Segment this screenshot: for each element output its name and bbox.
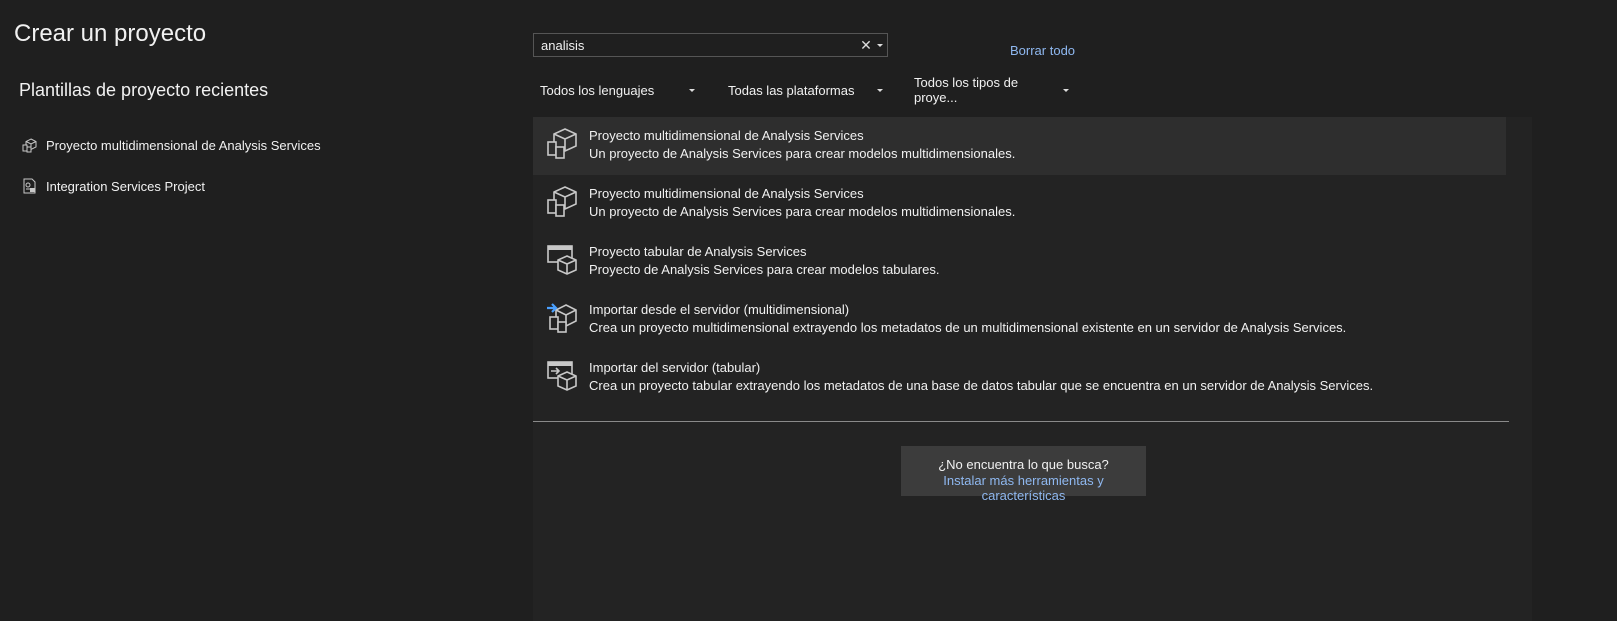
result-name: Importar desde el servidor (multidimensi…: [589, 302, 850, 317]
import-tabular-icon: [547, 361, 577, 391]
page-title: Crear un proyecto: [14, 20, 207, 47]
result-name: Proyecto multidimensional de Analysis Se…: [589, 128, 864, 143]
search-history-dropdown[interactable]: [873, 43, 887, 47]
import-multidimensional-icon: [547, 303, 577, 333]
result-description: Proyecto de Analysis Services para crear…: [589, 262, 940, 277]
chevron-down-icon: [689, 88, 695, 92]
result-name: Proyecto multidimensional de Analysis Se…: [589, 186, 864, 201]
result-name: Proyecto tabular de Analysis Services: [589, 244, 807, 259]
install-more-tools-link[interactable]: Instalar más herramientas y característi…: [901, 473, 1146, 503]
recent-item-analysis-multidimensional[interactable]: Proyecto multidimensional de Analysis Se…: [22, 134, 321, 156]
tabular-cube-icon: [547, 245, 577, 275]
not-found-box: ¿No encuentra lo que busca? Instalar más…: [901, 446, 1146, 503]
result-name: Importar del servidor (tabular): [589, 360, 761, 375]
recent-templates-heading: Plantillas de proyecto recientes: [19, 80, 269, 100]
not-found-question: ¿No encuentra lo que busca?: [938, 457, 1109, 472]
result-item-import-multidimensional[interactable]: Importar desde el servidor (multidimensi…: [533, 291, 1506, 349]
language-filter-label: Todos los lenguajes: [540, 82, 655, 98]
search-input[interactable]: [534, 34, 859, 56]
result-description: Un proyecto de Analysis Services para cr…: [589, 204, 1016, 219]
chevron-down-icon: [1063, 88, 1069, 92]
chevron-down-icon: [877, 88, 883, 92]
analysis-services-cube-icon: [22, 138, 37, 153]
project-type-filter[interactable]: Todos los tipos de proye...: [914, 75, 1069, 105]
recent-item-integration-services[interactable]: Integration Services Project: [22, 175, 205, 197]
result-item-tabular[interactable]: Proyecto tabular de Analysis Services Pr…: [533, 233, 1506, 291]
clear-all-link[interactable]: Borrar todo: [1010, 43, 1075, 58]
result-description: Un proyecto de Analysis Services para cr…: [589, 146, 1016, 161]
multidimensional-cube-icon: [547, 128, 577, 159]
result-description: Crea un proyecto multidimensional extray…: [589, 320, 1347, 335]
search-box: ✕: [533, 33, 888, 57]
chevron-down-icon: [877, 43, 883, 47]
multidimensional-cube-icon: [547, 186, 577, 217]
results-divider: [533, 421, 1509, 422]
result-item-multidimensional[interactable]: Proyecto multidimensional de Analysis Se…: [533, 117, 1506, 175]
platform-filter-label: Todas las plataformas: [728, 82, 855, 98]
result-description: Crea un proyecto tabular extrayendo los …: [589, 378, 1374, 393]
integration-services-icon: [23, 178, 36, 194]
project-type-filter-label: Todos los tipos de proye...: [914, 75, 1019, 105]
result-item-import-tabular[interactable]: Importar del servidor (tabular) Crea un …: [533, 349, 1506, 407]
clear-search-icon[interactable]: ✕: [859, 37, 873, 54]
recent-item-label: Integration Services Project: [46, 178, 205, 194]
language-filter[interactable]: Todos los lenguajes: [540, 80, 695, 100]
platform-filter[interactable]: Todas las plataformas: [728, 80, 883, 100]
recent-item-label: Proyecto multidimensional de Analysis Se…: [46, 137, 321, 153]
result-item-multidimensional-2[interactable]: Proyecto multidimensional de Analysis Se…: [533, 175, 1506, 233]
